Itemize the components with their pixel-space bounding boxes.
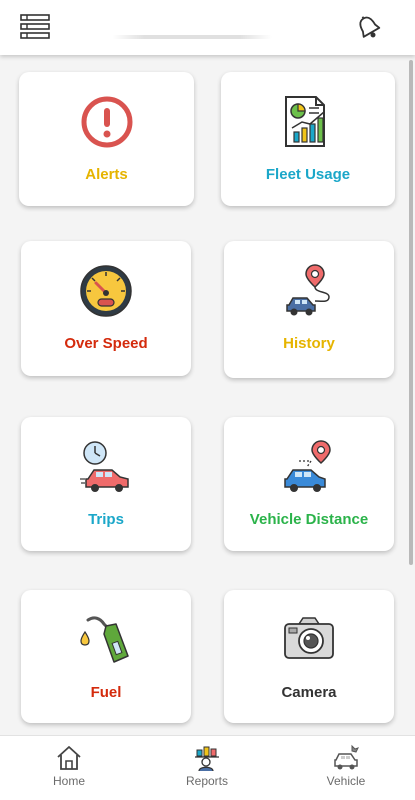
tile-label: Over Speed — [64, 335, 148, 352]
tile-label: Vehicle Distance — [249, 511, 369, 528]
fuel-nozzle-icon — [80, 616, 129, 663]
tile-fleet-usage[interactable]: Fleet Usage — [221, 72, 395, 206]
camera-icon — [284, 617, 334, 659]
tile-label: Trips — [88, 511, 124, 528]
bell-icon[interactable] — [354, 13, 384, 43]
reports-icon — [195, 746, 219, 772]
tile-label: Fleet Usage — [265, 166, 351, 183]
vehicle-settings-icon — [334, 744, 359, 770]
tile-label: Fuel — [90, 684, 122, 701]
tile-camera[interactable]: Camera — [224, 590, 394, 723]
tile-label: Alerts — [85, 166, 128, 183]
tile-label: Camera — [281, 684, 337, 701]
bottom-navigation: Home Reports Vehicle — [0, 735, 415, 800]
route-history-icon — [286, 264, 330, 316]
tile-trips[interactable]: Trips — [21, 417, 191, 551]
alert-icon — [81, 96, 132, 148]
top-app-bar — [0, 0, 415, 55]
tile-label: History — [283, 335, 335, 352]
menu-list-icon[interactable] — [20, 13, 52, 41]
nav-label: Reports — [185, 774, 229, 788]
tile-fuel[interactable]: Fuel — [21, 590, 191, 723]
speedometer-icon — [80, 265, 132, 317]
nav-home[interactable]: Home — [19, 736, 119, 800]
tile-over-speed[interactable]: Over Speed — [21, 241, 191, 376]
nav-vehicle[interactable]: Vehicle — [296, 736, 396, 800]
clock-car-icon — [80, 441, 129, 492]
nav-label: Vehicle — [326, 774, 366, 788]
header-divider — [112, 35, 272, 39]
tile-alerts[interactable]: Alerts — [19, 72, 194, 206]
report-chart-icon — [285, 96, 325, 147]
scrollbar[interactable] — [409, 60, 413, 565]
car-location-icon — [284, 440, 331, 492]
nav-reports[interactable]: Reports — [157, 736, 257, 800]
tile-vehicle-distance[interactable]: Vehicle Distance — [224, 417, 394, 551]
home-icon — [57, 746, 81, 770]
nav-label: Home — [52, 774, 85, 788]
tile-history[interactable]: History — [224, 241, 394, 378]
dashboard-grid: Alerts Fleet Usage Over Speed History Tr… — [0, 55, 415, 735]
